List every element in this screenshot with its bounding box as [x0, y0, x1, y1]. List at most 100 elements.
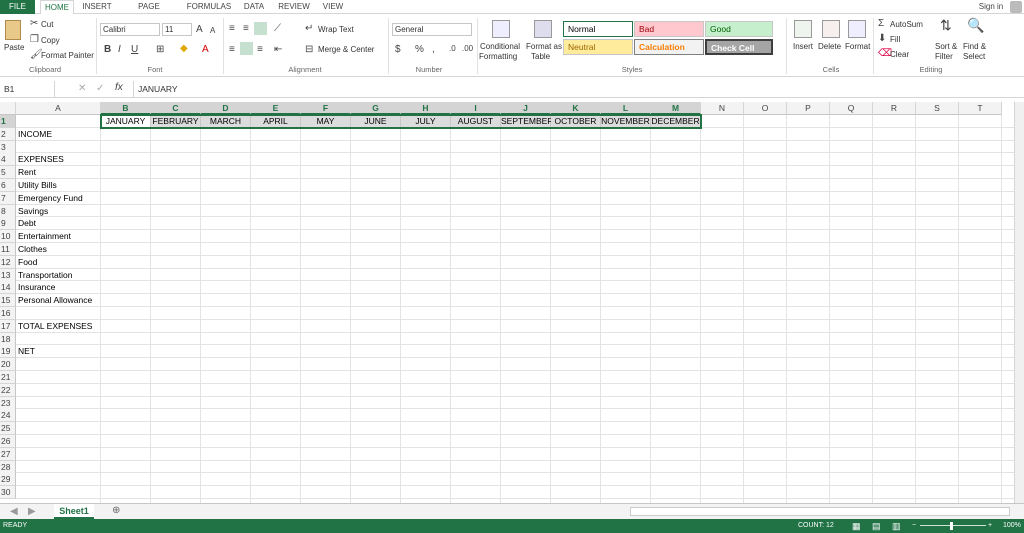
font-color-icon[interactable]: A [202, 45, 209, 55]
row-header[interactable]: 9 [0, 217, 16, 231]
fill-icon[interactable]: ⬇ [878, 34, 886, 44]
increase-decimal-icon[interactable]: .0 [449, 44, 456, 54]
tab-formulas[interactable]: FORMULAS [186, 0, 232, 14]
tab-page-layout[interactable]: PAGE LAYOUT [122, 0, 176, 25]
column-header[interactable]: A [16, 102, 101, 115]
row-header[interactable]: 19 [0, 345, 16, 359]
align-top-icon[interactable]: ≡ [229, 24, 235, 34]
tab-file[interactable]: FILE [0, 0, 35, 14]
tab-home[interactable]: HOME [40, 0, 74, 15]
row-header[interactable]: 28 [0, 460, 16, 474]
copy-button[interactable]: Copy [41, 36, 60, 45]
currency-icon[interactable]: $ [395, 45, 401, 55]
row-header[interactable]: 25 [0, 422, 16, 436]
conditional-formatting-button[interactable]: Conditional [480, 42, 520, 51]
insert-cells-icon[interactable] [794, 20, 812, 38]
insert-button[interactable]: Insert [793, 42, 813, 51]
wrap-text-button[interactable]: Wrap Text [318, 25, 354, 34]
column-header[interactable]: S [916, 102, 959, 115]
delete-cells-icon[interactable] [822, 20, 840, 38]
style-normal[interactable]: Normal [563, 21, 633, 37]
next-sheet-icon[interactable]: ▶ [28, 507, 36, 517]
row-header[interactable]: 4 [0, 153, 16, 167]
column-header[interactable]: O [744, 102, 787, 115]
style-neutral[interactable]: Neutral [563, 39, 633, 55]
horizontal-scrollbar[interactable] [630, 507, 1010, 516]
format-as-table-icon[interactable] [534, 20, 552, 38]
tab-review[interactable]: REVIEW [276, 0, 312, 14]
italic-icon[interactable]: I [118, 45, 121, 55]
bold-icon[interactable]: B [104, 45, 111, 55]
style-check-cell[interactable]: Check Cell [705, 39, 773, 55]
cell-a[interactable]: EXPENSES [18, 153, 64, 166]
row-header[interactable]: 14 [0, 281, 16, 295]
comma-style-icon[interactable]: , [432, 45, 435, 55]
row-header[interactable]: 15 [0, 294, 16, 308]
merge-icon[interactable]: ⊟ [305, 45, 313, 55]
sign-in-link[interactable]: Sign in [974, 0, 1008, 14]
autosum-button[interactable]: AutoSum [890, 20, 923, 29]
cell-a[interactable]: Insurance [18, 281, 55, 294]
tab-view[interactable]: VIEW [318, 0, 348, 14]
cell-a[interactable]: Emergency Fund [18, 192, 83, 205]
zoom-in-icon[interactable]: + [988, 519, 992, 533]
shrink-font-icon[interactable]: A [210, 26, 215, 36]
borders-icon[interactable]: ⊞ [156, 45, 164, 55]
row-header[interactable]: 29 [0, 473, 16, 487]
row-header[interactable]: 30 [0, 486, 16, 500]
cell-a[interactable]: Transportation [18, 269, 73, 282]
row-header[interactable]: 24 [0, 409, 16, 423]
format-cells-icon[interactable] [848, 20, 866, 38]
align-left-icon[interactable]: ≡ [229, 45, 235, 55]
clear-button[interactable]: Clear [890, 50, 909, 59]
fill-color-icon[interactable]: ◆ [180, 44, 188, 54]
insert-function-icon[interactable]: fx [115, 83, 123, 93]
column-header[interactable]: P [787, 102, 830, 115]
tab-insert[interactable]: INSERT [80, 0, 114, 14]
row-header[interactable]: 5 [0, 166, 16, 180]
find-select-icon[interactable]: 🔍 [967, 18, 984, 32]
column-header[interactable]: Q [830, 102, 873, 115]
cell-a[interactable]: Entertainment [18, 230, 71, 243]
select-all-corner[interactable] [0, 102, 16, 115]
name-box[interactable]: B1 [0, 81, 55, 97]
row-header[interactable]: 16 [0, 307, 16, 320]
conditional-formatting-icon[interactable] [492, 20, 510, 38]
enter-icon[interactable]: ✓ [96, 84, 104, 94]
paste-button[interactable]: Paste [4, 43, 24, 52]
cut-button[interactable]: Cut [41, 20, 53, 29]
align-center-icon[interactable] [240, 42, 253, 55]
cell-a[interactable]: Rent [18, 166, 36, 179]
row-header[interactable]: 12 [0, 255, 16, 269]
row-header[interactable]: 20 [0, 358, 16, 372]
format-as-table-button-line2[interactable]: Table [531, 52, 550, 61]
worksheet-grid[interactable]: A B C D E F G H I J K L M N O P Q R S T 1 2 INCOME 3 4 EXPENSES 5 R… [0, 102, 1014, 503]
sheet-tab-sheet1[interactable]: Sheet1 [54, 504, 94, 519]
zoom-out-icon[interactable]: − [912, 519, 916, 533]
delete-button[interactable]: Delete [818, 42, 841, 51]
cell-a[interactable]: INCOME [18, 128, 52, 141]
cell-a[interactable]: Savings [18, 205, 48, 218]
indent-icon[interactable]: ⇤ [274, 45, 282, 55]
cell-a[interactable]: Personal Allowance [18, 294, 92, 307]
merge-center-button[interactable]: Merge & Center [318, 45, 374, 54]
copy-icon[interactable]: ❐ [30, 35, 39, 45]
cell-a[interactable]: Food [18, 256, 37, 269]
font-size-select[interactable]: 11 [162, 23, 192, 36]
style-good[interactable]: Good [705, 21, 773, 37]
sort-filter-button[interactable]: Sort & [935, 42, 957, 51]
new-sheet-icon[interactable]: ⊕ [112, 506, 120, 516]
row-header[interactable]: 27 [0, 447, 16, 461]
row-header[interactable]: 2 [0, 127, 16, 141]
format-button[interactable]: Format [845, 42, 870, 51]
style-bad[interactable]: Bad [634, 21, 704, 37]
row-header[interactable]: 26 [0, 435, 16, 448]
cell-a[interactable]: Clothes [18, 243, 47, 256]
prev-sheet-icon[interactable]: ◀ [10, 507, 18, 517]
cell-a[interactable]: Debt [18, 217, 36, 230]
user-avatar-icon[interactable] [1010, 1, 1022, 13]
row-header[interactable]: 8 [0, 204, 16, 218]
row-header[interactable]: 6 [0, 179, 16, 192]
row-header[interactable]: 1 [0, 115, 16, 128]
cell-a[interactable]: Utility Bills [18, 179, 57, 192]
